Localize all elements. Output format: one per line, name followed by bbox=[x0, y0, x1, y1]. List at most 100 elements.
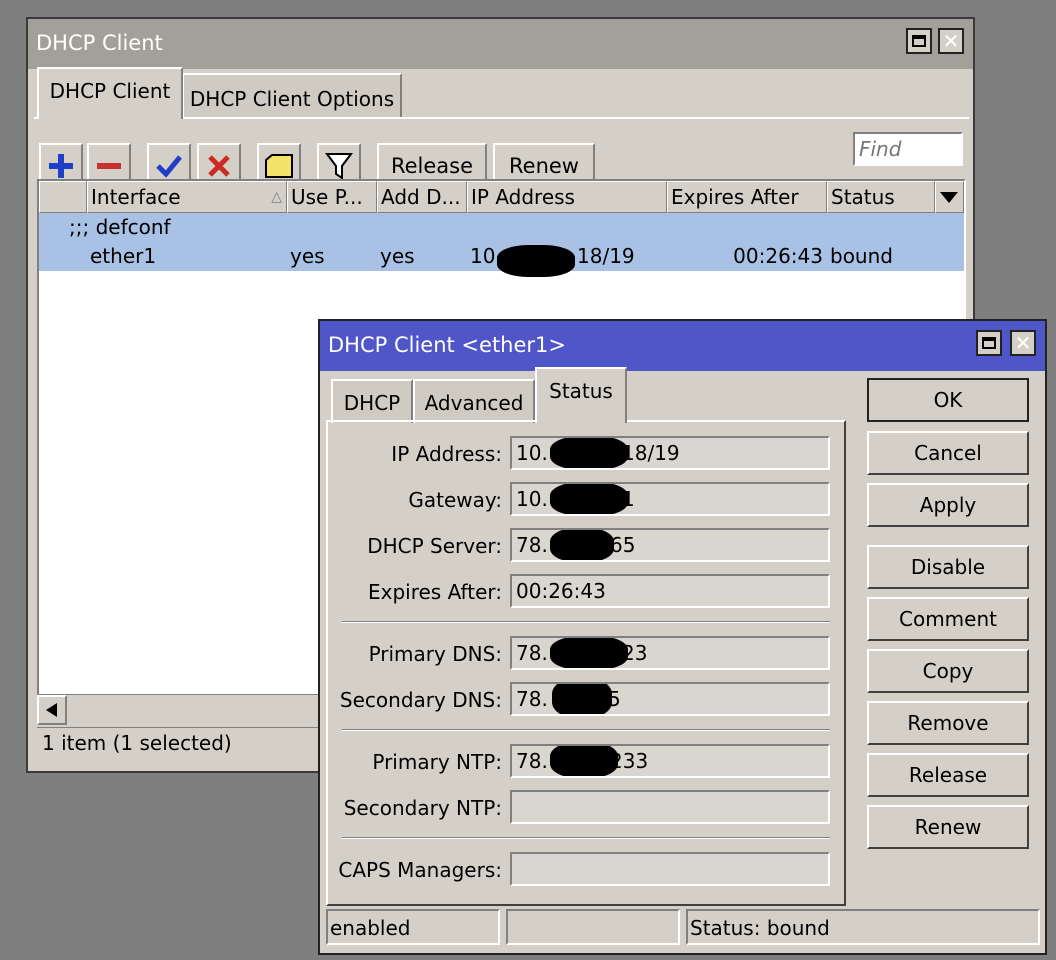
cell-use-peer: yes bbox=[290, 244, 325, 268]
copy-label: Copy bbox=[922, 659, 974, 683]
expires-after-field[interactable]: 00:26:43 bbox=[510, 574, 830, 608]
column-header-ip-address[interactable]: IP Address bbox=[467, 181, 667, 213]
maximize-icon bbox=[912, 35, 926, 47]
remove-label: Remove bbox=[907, 711, 989, 735]
dialog-close-button[interactable]: ✕ bbox=[1010, 330, 1036, 356]
redaction-mark bbox=[550, 638, 628, 668]
caps-managers-field[interactable] bbox=[510, 852, 830, 886]
ok-button[interactable]: OK bbox=[867, 378, 1029, 422]
redaction-mark bbox=[552, 684, 612, 714]
dialog-status-enabled: enabled bbox=[326, 909, 500, 945]
tab-status-label: Status bbox=[549, 379, 613, 403]
primary-ntp-field[interactable]: 78. 233 bbox=[510, 744, 830, 778]
gateway-field[interactable]: 10. 1 bbox=[510, 482, 830, 516]
tab-dhcp[interactable]: DHCP bbox=[331, 379, 413, 423]
column-header-interface[interactable]: Interface △ bbox=[87, 181, 287, 213]
apply-button[interactable]: Apply bbox=[867, 483, 1029, 527]
dialog-status-bound: Status: bound bbox=[686, 909, 1040, 945]
table-row[interactable]: ether1 yes yes 10 18/19 00:26:43 bound bbox=[39, 242, 964, 277]
comment-text: ;;; defconf bbox=[69, 215, 171, 239]
dhcp-server-field[interactable]: 78. 65 bbox=[510, 528, 830, 562]
release-button[interactable]: Release bbox=[867, 753, 1029, 797]
disable-button-dialog[interactable]: Disable bbox=[867, 545, 1029, 589]
apply-label: Apply bbox=[919, 493, 977, 517]
sort-asc-icon: △ bbox=[271, 189, 282, 205]
ip-address-suffix: 18/19 bbox=[622, 441, 680, 465]
column-header-status-label: Status bbox=[831, 185, 895, 209]
tab-dhcp-label: DHCP bbox=[343, 391, 401, 415]
primary-dns-prefix: 78. bbox=[516, 641, 548, 665]
column-header-use-peer-label: Use P... bbox=[291, 185, 363, 209]
column-header-add-default[interactable]: Add D... bbox=[377, 181, 467, 213]
main-window-title: DHCP Client bbox=[36, 31, 163, 55]
release-label: Release bbox=[908, 763, 988, 787]
cell-ip-prefix: 10 bbox=[470, 244, 496, 268]
expires-after-label: Expires After: bbox=[367, 580, 502, 604]
disable-label: Disable bbox=[910, 555, 986, 579]
ok-label: OK bbox=[933, 388, 963, 412]
primary-dns-field[interactable]: 78. 23 bbox=[510, 636, 830, 670]
release-toolbar-label: Release bbox=[390, 154, 474, 178]
tab-advanced[interactable]: Advanced bbox=[413, 379, 535, 423]
redaction-mark bbox=[550, 438, 628, 468]
check-icon bbox=[156, 155, 182, 178]
tab-dhcp-client-label: DHCP Client bbox=[49, 79, 171, 103]
column-dropdown-icon bbox=[940, 192, 958, 203]
renew-button[interactable]: Renew bbox=[867, 805, 1029, 849]
dhcp-server-suffix: 65 bbox=[610, 533, 636, 557]
column-header-interface-label: Interface bbox=[91, 185, 181, 209]
primary-dns-label: Primary DNS: bbox=[368, 642, 502, 666]
column-header-ip-address-label: IP Address bbox=[471, 185, 575, 209]
main-close-button[interactable]: ✕ bbox=[938, 28, 964, 54]
row-selector-header[interactable] bbox=[39, 181, 87, 213]
caps-managers-label: CAPS Managers: bbox=[338, 858, 502, 882]
main-maximize-button[interactable] bbox=[906, 28, 932, 54]
find-input[interactable] bbox=[853, 132, 963, 166]
secondary-dns-field[interactable]: 78. 5 bbox=[510, 682, 830, 716]
expires-after-value: 00:26:43 bbox=[516, 579, 606, 603]
tab-dhcp-client-options[interactable]: DHCP Client Options bbox=[182, 73, 402, 119]
dialog-maximize-button[interactable] bbox=[976, 330, 1002, 356]
tab-dhcp-client[interactable]: DHCP Client bbox=[37, 67, 183, 119]
filter-icon bbox=[325, 153, 353, 180]
remove-button-dialog[interactable]: Remove bbox=[867, 701, 1029, 745]
status-tab-panel: IP Address: 10. 18/19 Gateway: 10. 1 DHC… bbox=[326, 420, 846, 906]
tab-status[interactable]: Status bbox=[535, 367, 627, 423]
secondary-ntp-label: Secondary NTP: bbox=[343, 796, 502, 820]
dialog-title-bar[interactable]: DHCP Client <ether1> ✕ bbox=[320, 321, 1045, 371]
ip-address-field[interactable]: 10. 18/19 bbox=[510, 436, 830, 470]
main-title-bar[interactable]: DHCP Client ✕ bbox=[28, 19, 973, 69]
tab-dhcp-client-options-label: DHCP Client Options bbox=[189, 87, 395, 111]
column-chooser-button[interactable] bbox=[935, 181, 964, 213]
scroll-left-icon bbox=[46, 703, 57, 717]
secondary-dns-suffix: 5 bbox=[608, 687, 621, 711]
separator bbox=[342, 837, 830, 839]
minus-icon bbox=[97, 163, 121, 169]
ip-address-prefix: 10. bbox=[516, 441, 548, 465]
secondary-dns-row: Secondary DNS: 78. 5 bbox=[328, 682, 830, 718]
item-count-text: 1 item (1 selected) bbox=[42, 731, 232, 755]
secondary-ntp-row: Secondary NTP: bbox=[328, 790, 830, 826]
column-header-expires-after[interactable]: Expires After bbox=[667, 181, 827, 213]
scroll-left-button[interactable] bbox=[37, 695, 67, 725]
caps-managers-row: CAPS Managers: bbox=[328, 852, 830, 888]
cancel-button[interactable]: Cancel bbox=[867, 431, 1029, 475]
plus-icon bbox=[49, 154, 73, 178]
gateway-suffix: 1 bbox=[622, 487, 635, 511]
comment-button-dialog[interactable]: Comment bbox=[867, 597, 1029, 641]
gateway-prefix: 10. bbox=[516, 487, 548, 511]
primary-ntp-suffix: 233 bbox=[610, 749, 649, 773]
renew-label: Renew bbox=[914, 815, 982, 839]
secondary-ntp-field[interactable] bbox=[510, 790, 830, 824]
column-header-expires-after-label: Expires After bbox=[671, 185, 799, 209]
column-header-status[interactable]: Status bbox=[827, 181, 935, 213]
close-icon: ✕ bbox=[1014, 331, 1032, 355]
copy-button[interactable]: Copy bbox=[867, 649, 1029, 693]
maximize-icon bbox=[982, 337, 996, 349]
table-comment-row[interactable]: ;;; defconf bbox=[39, 213, 964, 242]
cell-ip-suffix: 18/19 bbox=[577, 244, 635, 268]
column-header-use-peer[interactable]: Use P... bbox=[287, 181, 377, 213]
dhcp-server-prefix: 78. bbox=[516, 533, 548, 557]
primary-dns-row: Primary DNS: 78. 23 bbox=[328, 636, 830, 672]
ip-address-row: IP Address: 10. 18/19 bbox=[328, 436, 830, 472]
